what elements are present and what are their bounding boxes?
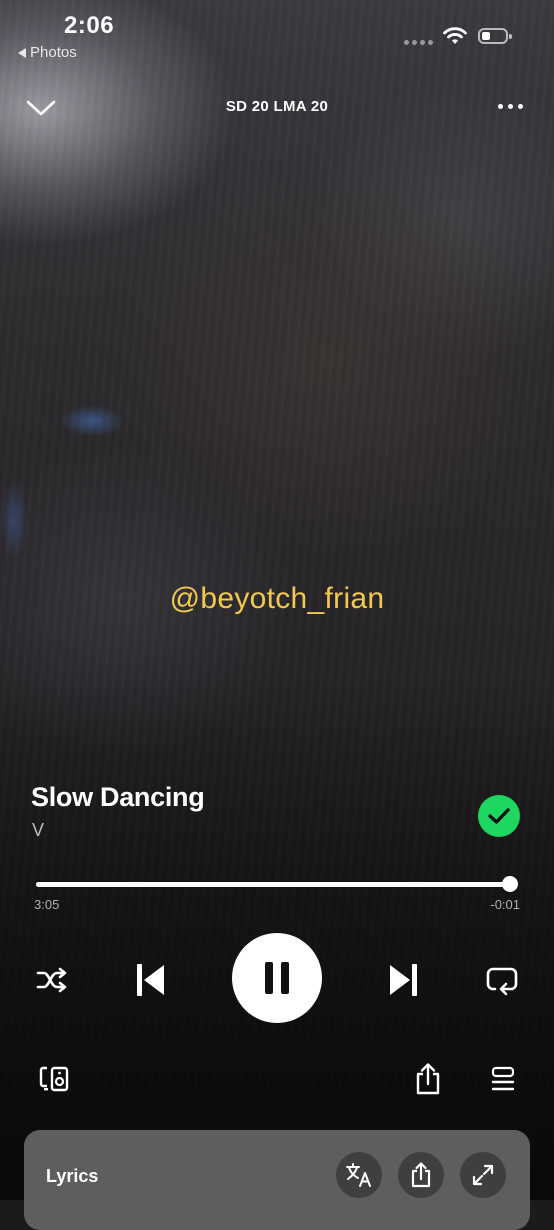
elapsed-time: 3:05 <box>34 897 60 912</box>
shuffle-button[interactable] <box>32 962 72 998</box>
wifi-icon <box>443 27 467 44</box>
next-button[interactable] <box>382 958 426 1002</box>
previous-button[interactable] <box>128 958 172 1002</box>
status-time: 2:06 <box>64 12 115 39</box>
back-app-label: Photos <box>30 44 77 61</box>
track-title[interactable]: Slow Dancing <box>31 782 205 813</box>
liked-button[interactable] <box>478 795 520 837</box>
share-icon <box>416 1063 440 1095</box>
connect-device-button[interactable] <box>36 1062 72 1096</box>
share-icon <box>411 1162 431 1188</box>
playing-context-title: SD 20 LMA 20 <box>225 98 329 115</box>
translate-icon <box>346 1163 371 1187</box>
track-artist[interactable]: V <box>32 820 44 841</box>
back-to-app-link[interactable]: Photos <box>18 44 77 61</box>
progress-bar[interactable] <box>36 882 512 887</box>
shuffle-icon <box>36 967 67 993</box>
remaining-time: -0:01 <box>490 897 520 912</box>
watermark-text: @beyotch_frian <box>169 582 385 615</box>
cellular-signal-icon <box>404 40 433 45</box>
repeat-button[interactable] <box>482 961 522 999</box>
lyrics-label: Lyrics <box>46 1166 99 1186</box>
pause-button[interactable] <box>232 933 322 1023</box>
pause-icon <box>265 962 289 994</box>
queue-button[interactable] <box>486 1062 520 1096</box>
share-button[interactable] <box>410 1060 446 1098</box>
progress-handle[interactable] <box>501 876 518 892</box>
check-icon <box>488 808 510 824</box>
queue-icon <box>491 1066 515 1091</box>
battery-icon <box>478 28 512 44</box>
back-arrow-icon <box>18 47 26 58</box>
expand-icon <box>472 1164 494 1186</box>
repeat-icon <box>486 967 518 996</box>
next-icon <box>390 964 417 996</box>
expand-lyrics-button[interactable] <box>460 1152 506 1198</box>
share-lyrics-button[interactable] <box>398 1152 444 1198</box>
connect-device-icon <box>39 1066 69 1092</box>
translate-button[interactable] <box>336 1152 382 1198</box>
more-options-icon[interactable] <box>498 104 523 109</box>
lyrics-card[interactable] <box>24 1130 530 1230</box>
previous-icon <box>137 964 164 996</box>
progress-fill <box>36 882 510 887</box>
